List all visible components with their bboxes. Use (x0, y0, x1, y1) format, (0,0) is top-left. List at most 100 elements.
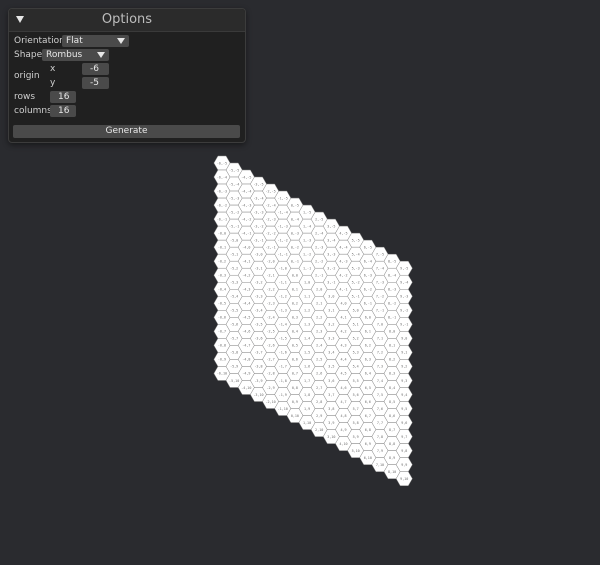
hex-cell-label: -1,8 (279, 379, 287, 383)
hex-cell-label: 4,9 (340, 428, 346, 432)
hex-cell-label: 4,7 (340, 400, 346, 404)
hex-cell-label: 2,-4 (315, 231, 323, 235)
hex-cell-label: -2,6 (267, 344, 275, 348)
hex-cell-label: -6,7 (218, 330, 226, 334)
hex-cell-label: -5,8 (230, 351, 238, 355)
hex-cell-label: 9,7 (401, 435, 407, 439)
hex-cell-label: 8,-4 (388, 274, 396, 278)
hex-cell-label: 8,1 (389, 344, 395, 348)
hex-cell-label: 7,-5 (376, 252, 384, 256)
hex-cell-label: 3,5 (328, 365, 334, 369)
hex-cell-label: 7,-4 (376, 267, 384, 271)
hex-cell-label: 5,-3 (352, 267, 360, 271)
hex-cell-label: 1,4 (304, 337, 310, 341)
hex-cell-label: 5,-1 (352, 295, 360, 299)
hex-cell-label: -6,0 (218, 231, 226, 235)
hex-cell-label: 0,8 (292, 386, 298, 390)
hex-cell-label: -1,-5 (278, 196, 288, 200)
hex-cell-label: -6,5 (218, 302, 226, 306)
hex-cell-label: -3,-3 (253, 210, 263, 214)
hex-cell-label: 2,3 (316, 330, 322, 334)
hex-cell-label: 9,4 (401, 393, 407, 397)
hex-cell-label: 3,3 (328, 337, 334, 341)
hex-cell-label: 3,8 (328, 407, 334, 411)
hex-cell-label: -1,7 (279, 365, 287, 369)
hex-cell-label: 6,6 (365, 400, 371, 404)
hex-cell-label: -6,-5 (217, 161, 227, 165)
hex-cell-label: 7,1 (377, 337, 383, 341)
hex-cell-label: 1,0 (304, 281, 310, 285)
hex-cell-label: 7,5 (377, 393, 383, 397)
hex-cell-label: 8,-5 (388, 260, 396, 264)
hex-cell-label: -1,0 (279, 267, 287, 271)
hex-cell-label: -4,3 (242, 288, 250, 292)
hex-cell-label: 8,10 (388, 470, 396, 474)
hex-cell-label: 5,8 (353, 421, 359, 425)
hex-cell-label: 3,10 (327, 435, 335, 439)
hex-cell-label: -3,0 (254, 252, 262, 256)
hex-cell-label: 5,10 (352, 449, 360, 453)
hex-cell-label: -2,-1 (265, 245, 275, 249)
hex-cell-label: 4,-4 (339, 245, 347, 249)
hex-cell-label: 3,6 (328, 379, 334, 383)
hex-cell-label: 0,9 (292, 400, 298, 404)
hex-cell-label: 2,-3 (315, 245, 323, 249)
hex-cell-label: 3,-4 (327, 238, 335, 242)
hex-cell-label: 2,-2 (315, 260, 323, 264)
hex-cell-label: 9,9 (401, 463, 407, 467)
hex-cell-label: 9,6 (401, 421, 407, 425)
hex-cell-label: -1,2 (279, 295, 287, 299)
hex-cell-label: 4,4 (340, 358, 346, 362)
hex-cell-label: 6,-3 (364, 274, 372, 278)
hex-cell-label: -2,2 (267, 288, 275, 292)
hex-cell-label: -4,8 (242, 358, 250, 362)
hex-cell-label: -4,-2 (241, 217, 251, 221)
hex-cell-label: -4,1 (242, 260, 250, 264)
hex-cell-label: 3,-1 (327, 281, 335, 285)
hex-cell-label: -2,0 (267, 260, 275, 264)
hex-cell-label: 6,-1 (364, 302, 372, 306)
hex-cell-label: -4,-1 (241, 231, 251, 235)
hex-cell-label: 4,8 (340, 414, 346, 418)
hex-cell-label: -1,6 (279, 351, 287, 355)
hex-cell-label: -2,5 (267, 330, 275, 334)
hex-cell-label: 1,10 (303, 421, 311, 425)
hex-cell-label: 0,0 (292, 274, 298, 278)
hex-cell-label: 1,-4 (303, 224, 311, 228)
hex-cell-label: 9,5 (401, 407, 407, 411)
hex-cell-label: 8,3 (389, 372, 395, 376)
hex-cell-label: 4,-1 (339, 288, 347, 292)
hex-cell-label: 8,-1 (388, 316, 396, 320)
hex-cell-label: -5,5 (230, 309, 238, 313)
hex-cell-label: -2,9 (267, 386, 275, 390)
hex-cell-label: 7,-1 (376, 309, 384, 313)
hex-cell-label: 0,5 (292, 344, 298, 348)
hex-cell-label: -3,10 (253, 393, 263, 397)
hex-cell-label: 6,-2 (364, 288, 372, 292)
hex-cell-label: -5,-4 (229, 182, 239, 186)
hex-cell-label: -2,-2 (265, 231, 275, 235)
hex-cell-label: 5,-4 (352, 252, 360, 256)
hex-cell-label: 6,8 (365, 428, 371, 432)
hex-cell-label: 5,5 (353, 379, 359, 383)
hex-cell-label: -5,-3 (229, 196, 239, 200)
hex-cell-label: 7,-3 (376, 281, 384, 285)
hex-cell-label: 3,1 (328, 309, 334, 313)
hex-cell-label: 8,7 (389, 428, 395, 432)
hex-cell-label: -4,7 (242, 344, 250, 348)
hex-cell-label: 8,2 (389, 358, 395, 362)
hex-cell-label: 0,10 (291, 414, 299, 418)
hex-cell-label: 4,-5 (339, 231, 347, 235)
hex-cell-label: -6,6 (218, 316, 226, 320)
hex-cell-label: -5,0 (230, 238, 238, 242)
hex-cell-label: -3,3 (254, 295, 262, 299)
hex-cell-label: 6,10 (364, 456, 372, 460)
hex-cell-label: 0,-1 (291, 260, 299, 264)
hex-cell-label: 6,-4 (364, 260, 372, 264)
hex-cell-label: -6,8 (218, 344, 226, 348)
hex-cell-label: 2,-1 (315, 274, 323, 278)
hex-cell-label: -1,-1 (278, 252, 288, 256)
hex-cell-label: 6,9 (365, 442, 371, 446)
hex-cell-label: 6,5 (365, 386, 371, 390)
hex-cell-label: 4,10 (339, 442, 347, 446)
